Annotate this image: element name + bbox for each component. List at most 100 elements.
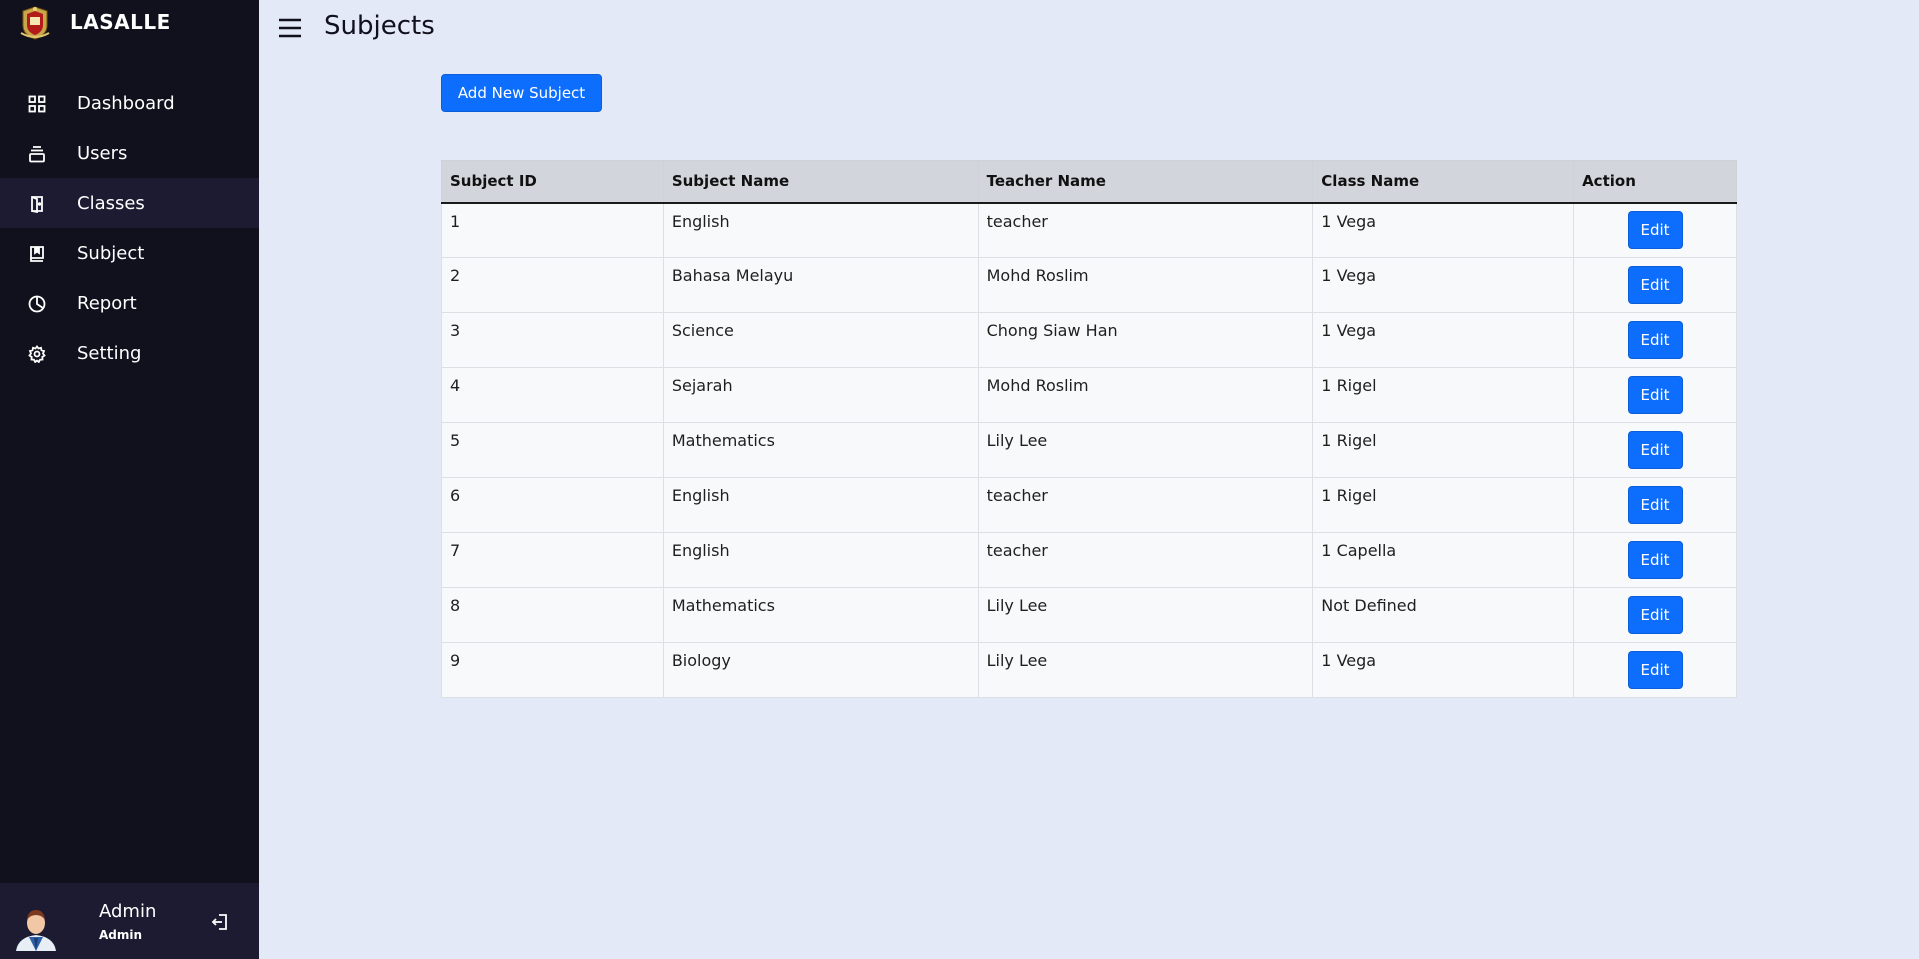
sidebar-item-label: Classes: [77, 192, 145, 214]
sidebar-item-dashboard[interactable]: Dashboard: [0, 78, 259, 128]
action-cell: Edit: [1573, 422, 1737, 478]
subject-id-cell: 8: [441, 587, 664, 643]
teacher-name-cell: teacher: [977, 532, 1314, 588]
class-name-cell: 1 Vega: [1312, 202, 1575, 258]
subject-name-cell: English: [662, 532, 979, 588]
sidebar: LASALLE Dashboard Users Classes Subject …: [0, 0, 259, 959]
class-name-cell: 1 Vega: [1312, 312, 1575, 368]
subject-name-cell: Science: [662, 312, 979, 368]
logout-icon[interactable]: [210, 912, 230, 932]
pie-chart-icon: [28, 295, 46, 313]
grid-icon: [28, 95, 46, 113]
class-name-cell: 1 Rigel: [1312, 367, 1575, 423]
column-header: Subject ID: [441, 160, 664, 204]
sidebar-item-label: Setting: [77, 342, 142, 364]
users-icon: [29, 146, 45, 163]
class-name-cell: 1 Vega: [1312, 257, 1575, 313]
subject-id-cell: 1: [441, 202, 664, 258]
action-cell: Edit: [1573, 642, 1737, 698]
page-title: Subjects: [324, 11, 435, 41]
edit-button[interactable]: Edit: [1627, 541, 1683, 579]
edit-button[interactable]: Edit: [1627, 651, 1683, 689]
subject-id-cell: 3: [441, 312, 664, 368]
subject-id-cell: 4: [441, 367, 664, 423]
sidebar-item-label: Dashboard: [77, 92, 175, 114]
teacher-name-cell: teacher: [977, 202, 1314, 258]
teacher-name-cell: Lily Lee: [977, 642, 1314, 698]
action-cell: Edit: [1573, 587, 1737, 643]
table-row: 8 Mathematics Lily Lee Not Defined Edit: [441, 587, 1737, 643]
class-name-cell: 1 Rigel: [1312, 422, 1575, 478]
table-row: 5 Mathematics Lily Lee 1 Rigel Edit: [441, 422, 1737, 478]
sidebar-item-setting[interactable]: Setting: [0, 328, 259, 378]
edit-button[interactable]: Edit: [1627, 376, 1683, 414]
action-cell: Edit: [1573, 477, 1737, 533]
class-name-cell: 1 Capella: [1312, 532, 1575, 588]
subject-id-cell: 7: [441, 532, 664, 588]
subject-name-cell: English: [662, 477, 979, 533]
edit-button[interactable]: Edit: [1627, 266, 1683, 304]
subject-name-cell: English: [662, 202, 979, 258]
table-row: 1 English teacher 1 Vega Edit: [441, 202, 1737, 258]
add-new-subject-button[interactable]: Add New Subject: [441, 74, 602, 112]
sidebar-item-classes[interactable]: Classes: [0, 178, 259, 228]
subject-id-cell: 6: [441, 477, 664, 533]
class-name-cell: 1 Rigel: [1312, 477, 1575, 533]
edit-button[interactable]: Edit: [1627, 486, 1683, 524]
table-row: 3 Science Chong Siaw Han 1 Vega Edit: [441, 312, 1737, 368]
teacher-name-cell: Lily Lee: [977, 587, 1314, 643]
subject-id-cell: 2: [441, 257, 664, 313]
subjects-table-container: Subject ID Subject Name Teacher Name Cla…: [441, 160, 1737, 698]
subject-name-cell: Sejarah: [662, 367, 979, 423]
subject-id-cell: 5: [441, 422, 664, 478]
column-header: Action: [1573, 160, 1737, 204]
table-header-row: Subject ID Subject Name Teacher Name Cla…: [441, 160, 1737, 204]
teacher-name-cell: Mohd Roslim: [977, 257, 1314, 313]
table-row: 4 Sejarah Mohd Roslim 1 Rigel Edit: [441, 367, 1737, 423]
sidebar-item-label: Subject: [77, 242, 145, 264]
teacher-name-cell: teacher: [977, 477, 1314, 533]
subject-name-cell: Biology: [662, 642, 979, 698]
class-name-cell: Not Defined: [1312, 587, 1575, 643]
action-cell: Edit: [1573, 312, 1737, 368]
teacher-name-cell: Mohd Roslim: [977, 367, 1314, 423]
subject-name-cell: Mathematics: [662, 587, 979, 643]
action-cell: Edit: [1573, 532, 1737, 588]
hamburger-menu-icon[interactable]: [278, 17, 302, 39]
subjects-table: Subject ID Subject Name Teacher Name Cla…: [441, 160, 1737, 698]
sidebar-item-label: Report: [77, 292, 137, 314]
subject-id-cell: 9: [441, 642, 664, 698]
edit-button[interactable]: Edit: [1627, 211, 1683, 250]
profile-name: Admin: [99, 901, 157, 922]
class-name-cell: 1 Vega: [1312, 642, 1575, 698]
book-icon: [30, 246, 44, 262]
table-row: 9 Biology Lily Lee 1 Vega Edit: [441, 642, 1737, 698]
classes-icon: [31, 196, 43, 213]
column-header: Subject Name: [662, 160, 979, 204]
column-header: Class Name: [1312, 160, 1575, 204]
profile-section: Admin Admin: [0, 883, 259, 959]
column-header: Teacher Name: [977, 160, 1314, 204]
subject-name-cell: Mathematics: [662, 422, 979, 478]
edit-button[interactable]: Edit: [1627, 431, 1683, 469]
school-crest-logo: [20, 6, 50, 40]
edit-button[interactable]: Edit: [1627, 321, 1683, 359]
brand: LASALLE: [0, 0, 259, 46]
brand-name: LASALLE: [70, 10, 171, 34]
table-row: 7 English teacher 1 Capella Edit: [441, 532, 1737, 588]
profile-role: Admin: [99, 928, 143, 942]
action-cell: Edit: [1573, 257, 1737, 313]
teacher-name-cell: Lily Lee: [977, 422, 1314, 478]
sidebar-item-subject[interactable]: Subject: [0, 228, 259, 278]
action-cell: Edit: [1573, 367, 1737, 423]
sidebar-nav: Dashboard Users Classes Subject Report S…: [0, 78, 259, 378]
sidebar-item-users[interactable]: Users: [0, 128, 259, 178]
main-content: Subjects Add New Subject Subject ID Subj…: [259, 0, 1919, 959]
avatar[interactable]: [12, 903, 60, 951]
table-row: 6 English teacher 1 Rigel Edit: [441, 477, 1737, 533]
sidebar-item-report[interactable]: Report: [0, 278, 259, 328]
table-row: 2 Bahasa Melayu Mohd Roslim 1 Vega Edit: [441, 257, 1737, 313]
gear-icon: [28, 345, 46, 363]
action-cell: Edit: [1573, 202, 1737, 258]
edit-button[interactable]: Edit: [1627, 596, 1683, 634]
